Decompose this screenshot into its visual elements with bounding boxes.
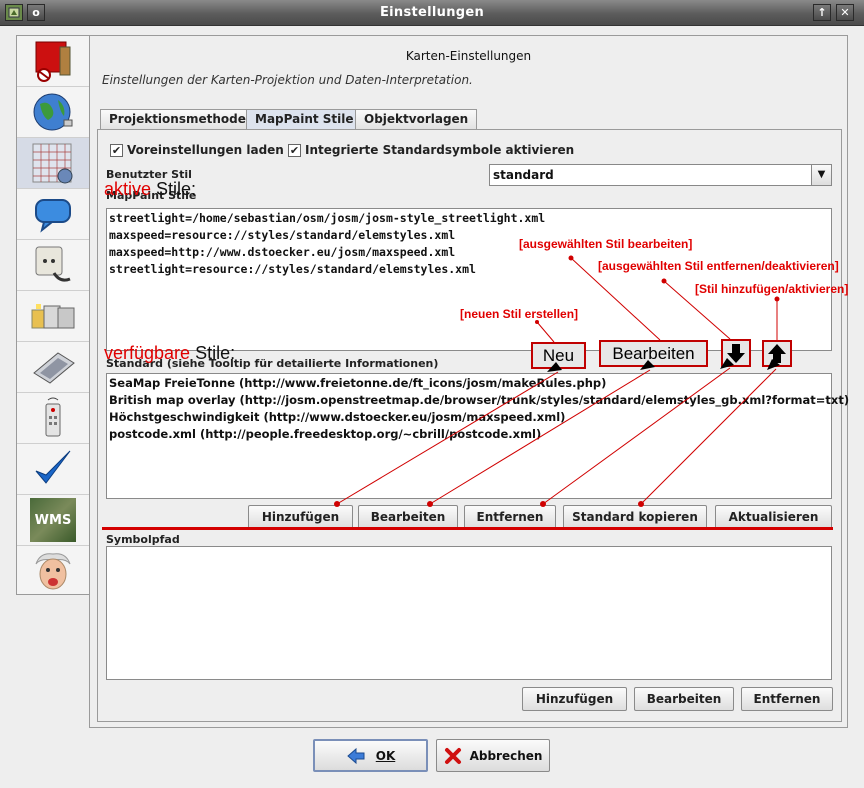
annotation-new-style: [neuen Stil erstellen] [460,307,579,321]
tab-projektionsmethode[interactable]: Projektionsmethode [100,109,255,129]
checkmark-icon [35,450,71,484]
page-title: Karten-Einstellungen [405,49,532,63]
list-item[interactable]: SeaMap FreieTonne (http://www.freietonne… [107,375,831,392]
plug-icon [35,246,71,282]
annotation-available-styles: verfügbare Stile: [104,343,235,364]
main-panel: Karten-Einstellungen Einstellungen der K… [89,35,849,728]
sidebar-item-globe[interactable] [17,87,89,138]
close-icon[interactable]: ✕ [836,4,854,21]
window-titlebar: o Einstellungen ↑ ✕ [0,0,864,26]
window-title: Einstellungen [379,5,485,20]
cancel-icon [444,747,461,764]
annotation-active-styles: aktive Stile: [104,179,196,200]
add-style-button[interactable]: Hinzufügen [248,505,353,529]
page-description: Einstellungen der Karten-Projektion und … [102,73,473,87]
speech-bubble-icon [35,199,71,233]
preferences-sidebar: WMS [16,35,90,595]
folders-icon [31,304,75,329]
annotation-available-black: Stile: [190,343,236,363]
symbol-path-label: Symbolpfad [106,533,180,546]
annotation-edit-button: Bearbeiten [599,340,708,367]
sidebar-item-wms[interactable]: WMS [17,495,89,546]
load-defaults-checkbox[interactable]: ✔ Voreinstellungen laden [110,143,284,157]
sidebar-item-advanced[interactable] [17,546,89,597]
annotation-new-button: Neu [531,342,586,369]
builtin-symbols-checkbox[interactable]: ✔ Integrierte Standardsymbole aktivieren [288,143,574,157]
remove-style-button[interactable]: Entfernen [464,505,556,529]
annotation-add-style: [Stil hinzufügen/aktivieren] [695,282,849,296]
tab-objektvorlagen[interactable]: Objektvorlagen [355,109,478,129]
active-styles-list[interactable]: streetlight=/home/sebastian/osm/josm/jos… [106,208,832,351]
maximize-icon[interactable]: ↑ [813,4,831,21]
sidebar-item-connection[interactable] [17,240,89,291]
arrow-down-icon [727,344,745,363]
checkbox-checked-icon: ✔ [288,143,301,157]
copy-default-button[interactable]: Standard kopieren [563,505,707,529]
list-item[interactable]: postcode.xml (http://people.freedesktop.… [107,426,831,443]
builtin-symbols-label: Integrierte Standardsymbole aktivieren [305,143,575,157]
ok-label: OK [375,748,396,763]
globe-icon [33,93,73,131]
remote-control-icon [45,397,61,437]
mappaint-tab-panel: ✔ Voreinstellungen laden ✔ Integrierte S… [97,129,849,722]
list-item[interactable]: Höchstgeschwindigkeit (http://www.dstoec… [107,409,831,426]
symbol-path-list[interactable] [106,546,832,680]
annotation-arrow-down-box [721,339,751,367]
annotation-available-red: verfügbare [104,343,191,363]
cancel-button[interactable]: Abbrechen [436,739,550,772]
chevron-down-icon[interactable]: ▼ [811,165,831,185]
display-preferences-icon [35,41,71,82]
symbol-add-button[interactable]: Hinzufügen [522,687,627,711]
user-style-value: standard [493,168,554,182]
checkbox-checked-icon: ✔ [110,143,123,157]
annotation-edit-selected: [ausgewählten Stil bearbeiten] [519,237,693,251]
list-item[interactable]: maxspeed=resource://styles/standard/elem… [107,227,831,244]
wms-icon: WMS [30,498,76,542]
list-item[interactable]: British map overlay (http://josm.openstr… [107,392,849,409]
sidebar-item-files[interactable] [17,291,89,342]
edit-style-button[interactable]: Bearbeiten [358,505,458,529]
annotation-active-red: aktive [104,179,152,199]
update-button[interactable]: Aktualisieren [715,505,832,529]
annotation-arrow-up-box [762,340,792,367]
arrow-up-icon [768,344,786,363]
annotation-active-black: Stile: [151,179,197,199]
sidebar-item-tablet[interactable] [17,342,89,393]
sidebar-item-display[interactable] [17,36,89,87]
sidebar-item-language[interactable] [17,189,89,240]
cancel-label: Abbrechen [469,748,543,763]
graphics-tablet-icon [33,352,75,384]
symbol-remove-button[interactable]: Entfernen [741,687,833,711]
wms-label: WMS [34,512,72,528]
annotation-divider [102,527,833,530]
sidebar-item-map-grid[interactable] [17,138,89,189]
ok-icon [346,747,365,764]
load-defaults-label: Voreinstellungen laden [127,143,284,157]
symbol-edit-button[interactable]: Bearbeiten [634,687,734,711]
ok-button[interactable]: OK [313,739,428,772]
tab-mappaint-stile[interactable]: MapPaint Stile [246,109,363,130]
available-styles-list[interactable]: SeaMap FreieTonne (http://www.freietonne… [106,373,849,499]
user-style-select[interactable]: standard ▼ [489,164,832,186]
sidebar-item-shortcuts[interactable] [17,393,89,444]
annotation-remove-selected: [ausgewählten Stil entfernen/deaktiviere… [598,259,839,273]
sidebar-item-validator[interactable] [17,444,89,495]
map-grid-icon [32,143,73,184]
einstein-face-icon [35,552,71,589]
list-item[interactable]: streetlight=/home/sebastian/osm/josm/jos… [107,210,831,227]
